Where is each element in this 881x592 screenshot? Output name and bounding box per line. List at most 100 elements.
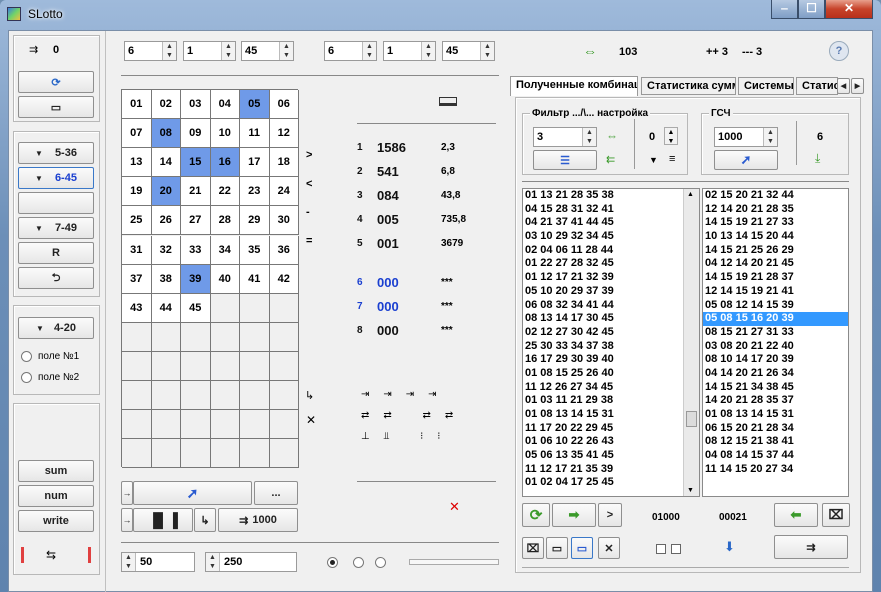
chart-button[interactable]: ▐▌▐ xyxy=(133,508,193,532)
grid-number-cell[interactable]: 01 xyxy=(122,90,152,120)
list-item[interactable]: 11 12 17 21 35 39 xyxy=(523,463,699,477)
spinner-arrows[interactable]: ▲ ▼ xyxy=(421,42,435,60)
range-count-spinner-2[interactable]: 6 ▲ ▼ xyxy=(324,41,377,61)
grid-number-cell[interactable]: 39 xyxy=(181,264,211,294)
random-button[interactable]: R xyxy=(18,242,94,264)
swap-arrows-icon[interactable]: ⇔ xyxy=(583,43,597,59)
display-button[interactable]: ▭ xyxy=(18,96,94,118)
list-item[interactable]: 02 15 20 21 32 44 xyxy=(703,189,848,203)
scroll-up-icon[interactable]: ▲ xyxy=(687,191,694,198)
write-button[interactable]: write xyxy=(18,510,94,532)
grid-number-cell[interactable]: 17 xyxy=(240,148,270,178)
range-count-spinner-1[interactable]: 6 ▲ ▼ xyxy=(124,41,177,61)
grid-number-cell[interactable]: 09 xyxy=(181,119,211,149)
align-icons-row1[interactable]: ⇥⇥⇥⇥ xyxy=(361,389,451,400)
list-item[interactable]: 01 03 11 21 29 38 xyxy=(523,394,699,408)
download-blue-icon[interactable]: ⬇ xyxy=(724,539,735,555)
list-item[interactable]: 12 14 20 21 28 35 xyxy=(703,203,848,217)
list-item[interactable]: 11 17 20 22 29 45 xyxy=(523,422,699,436)
close-button[interactable]: ✕ xyxy=(825,0,873,19)
list-item[interactable]: 01 12 17 21 32 39 xyxy=(523,271,699,285)
refresh-button[interactable]: ⟳ xyxy=(18,71,94,93)
spinner-arrows[interactable]: ▲ ▼ xyxy=(582,128,596,146)
rng-spinner[interactable]: 1000 ▲ ▼ xyxy=(714,127,778,147)
list-item[interactable]: 01 22 27 28 32 45 xyxy=(523,257,699,271)
spinner-arrows[interactable]: ▲ ▼ xyxy=(162,42,176,60)
tab-statistics[interactable]: Статис xyxy=(796,77,838,95)
mode-radio-1[interactable] xyxy=(327,557,338,568)
list-item[interactable]: 14 15 19 21 27 33 xyxy=(703,216,848,230)
filter-spinner[interactable]: 3 ▲ ▼ xyxy=(533,127,597,147)
list-item[interactable]: 10 13 14 15 20 44 xyxy=(703,230,848,244)
grid-number-cell[interactable]: 43 xyxy=(122,293,152,323)
next-button[interactable]: > xyxy=(598,503,622,527)
clear-x-icon[interactable]: ✕ xyxy=(306,413,316,427)
grid-number-cell[interactable]: 36 xyxy=(269,235,299,265)
grid-number-cell[interactable]: 04 xyxy=(210,90,240,120)
list-item[interactable]: 08 10 14 17 20 39 xyxy=(703,353,848,367)
field-1-radio[interactable] xyxy=(21,351,32,362)
spinner-arrows[interactable]: ▲ ▼ xyxy=(480,42,494,60)
grid-number-cell[interactable]: 03 xyxy=(181,90,211,120)
game-4-20-button[interactable]: ▼ 4-20 xyxy=(18,317,94,339)
scroll-down-icon[interactable]: ▼ xyxy=(687,487,694,494)
grid-number-cell[interactable]: 31 xyxy=(122,235,152,265)
spinner-arrows[interactable]: ▲ ▼ xyxy=(362,42,376,60)
grid-number-cell[interactable]: 02 xyxy=(151,90,181,120)
list-item[interactable]: 06 08 32 34 41 44 xyxy=(523,299,699,313)
spinner-arrows[interactable]: ▲ ▼ xyxy=(206,553,220,571)
delete-button[interactable]: ⌧ xyxy=(522,537,544,559)
spinner-arrows[interactable]: ▲ ▼ xyxy=(763,128,777,146)
sum-button[interactable]: sum xyxy=(18,460,94,482)
range-to-spinner-1[interactable]: 45 ▲ ▼ xyxy=(241,41,294,61)
grid-number-cell[interactable]: 15 xyxy=(181,148,211,178)
combinations-list-left[interactable]: 01 13 21 28 35 38 04 15 28 31 32 41 04 21 … xyxy=(522,188,700,497)
spinner-arrows[interactable]: ▲ ▼ xyxy=(221,42,235,60)
expand-left-button[interactable]: → xyxy=(121,481,133,505)
grid-number-cell[interactable]: 28 xyxy=(210,206,240,236)
align-icons-row3[interactable]: ⊥⫫ ⁝⁝ xyxy=(361,431,454,442)
tab-combinations[interactable]: Полученные комбинации xyxy=(510,76,638,96)
mode-radio-2[interactable] xyxy=(353,557,364,568)
help-icon[interactable]: ? xyxy=(829,41,849,61)
list-item[interactable]: 04 21 37 41 44 45 xyxy=(523,216,699,230)
list-item[interactable]: 14 15 21 34 38 45 xyxy=(703,381,848,395)
filter-swap-icon[interactable]: ⇔ xyxy=(606,129,618,143)
close-list-button[interactable]: ✕ xyxy=(598,537,620,559)
expand-left-button-2[interactable]: → xyxy=(121,508,133,532)
list-item[interactable]: 02 04 06 11 28 44 xyxy=(523,244,699,258)
grid-number-cell[interactable]: 24 xyxy=(269,177,299,207)
grid-number-cell[interactable]: 08 xyxy=(151,119,181,149)
grid-number-cell[interactable]: 14 xyxy=(151,148,181,178)
spinner-arrows[interactable]: ▲ ▼ xyxy=(122,553,136,571)
spinner-arrows[interactable]: ▲ ▼ xyxy=(279,42,293,60)
maximize-button[interactable]: ☐ xyxy=(798,0,825,19)
tab-sum-statistics[interactable]: Статистика суммы xyxy=(641,77,736,95)
lower-spinner-2[interactable]: ▲ ▼ 250 xyxy=(205,552,297,572)
list-item[interactable]: 25 30 33 34 37 38 xyxy=(523,340,699,354)
grid-number-cell[interactable]: 16 xyxy=(210,148,240,178)
refresh-green-button[interactable]: ⟳ xyxy=(522,503,550,527)
delete-x-icon[interactable]: ✕ xyxy=(449,499,460,515)
grid-number-cell[interactable]: 05 xyxy=(240,90,270,120)
list-item[interactable]: 04 15 28 31 32 41 xyxy=(523,203,699,217)
grid-number-cell[interactable]: 32 xyxy=(151,235,181,265)
list-scrollbar[interactable]: ▲ ▼ xyxy=(683,189,699,496)
checkbox-1[interactable] xyxy=(656,544,666,554)
grid-number-cell[interactable]: 13 xyxy=(122,148,152,178)
grid-number-cell[interactable]: 12 xyxy=(269,119,299,149)
compare-sign[interactable]: > xyxy=(306,149,312,161)
grid-number-cell[interactable]: 10 xyxy=(210,119,240,149)
select-pointer-button[interactable]: ➚ xyxy=(133,481,252,505)
list-item[interactable]: 01 13 21 28 35 38 xyxy=(523,189,699,203)
grid-number-cell[interactable]: 37 xyxy=(122,264,152,294)
grid-number-cell[interactable]: 11 xyxy=(240,119,270,149)
grid-number-cell[interactable]: 20 xyxy=(151,177,181,207)
grid-number-cell[interactable]: 34 xyxy=(210,235,240,265)
game-blank-button[interactable] xyxy=(18,192,94,214)
list-item[interactable]: 04 12 14 20 21 45 xyxy=(703,257,848,271)
undo-button[interactable]: ⮌ xyxy=(18,267,94,289)
list-item[interactable]: 11 14 15 20 27 34 xyxy=(703,463,848,477)
clear-list-button[interactable]: ⌧ xyxy=(822,503,850,527)
corner-button[interactable]: ↳ xyxy=(194,508,216,532)
